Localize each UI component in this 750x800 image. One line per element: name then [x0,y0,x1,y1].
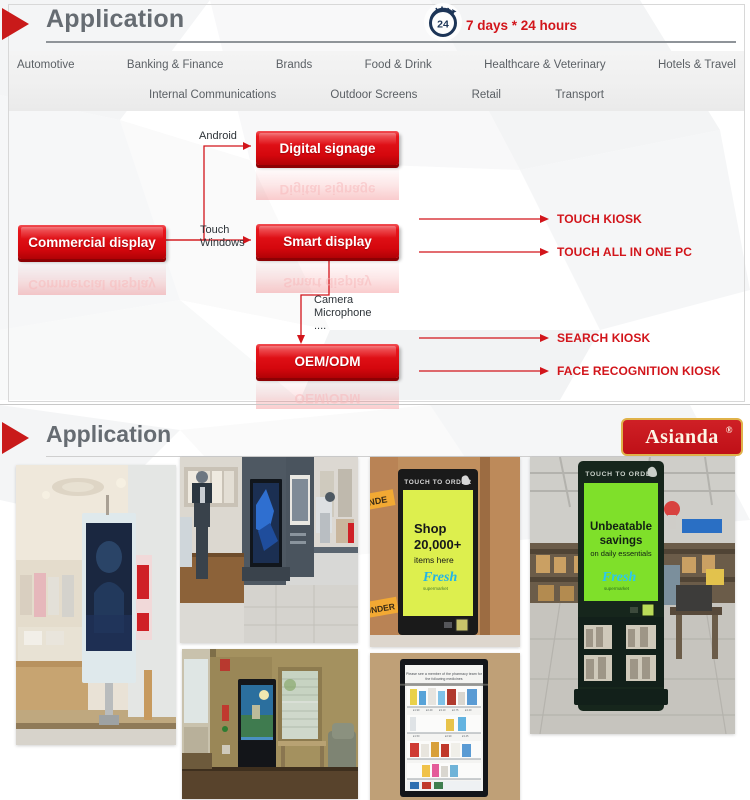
section2-title: Application [46,421,172,447]
svg-text:£2.99: £2.99 [445,734,452,738]
header-underline [46,41,736,43]
box-digital-signage[interactable]: Digital signage [256,131,399,165]
svg-text:£4.20: £4.20 [465,708,472,712]
photo-menswear-store-display[interactable] [180,457,358,643]
section-application-photos: Application Asianda ® INDE UNDER TOUCH T… [0,405,750,800]
photo-fresh-shop-20000-kiosk[interactable]: INDE UNDER TOUCH TO ORDER Shop 20,000+ i… [370,457,520,647]
flow-diagram: Android Touch Windows Camera Microphone … [9,113,744,409]
nav-item-banking-finance[interactable]: Banking & Finance [127,59,224,71]
connector-label-touch-windows: Touch Windows [200,224,245,249]
svg-text:supermarket: supermarket [604,586,630,591]
svg-text:Fresh: Fresh [422,570,457,585]
clock-24-icon: 24 [424,3,462,41]
nav-item-brands[interactable]: Brands [276,59,312,71]
svg-text:£3.45: £3.45 [462,734,469,738]
svg-text:savings: savings [600,535,643,547]
nav-item-hotels-travel[interactable]: Hotels & Travel [658,59,736,71]
svg-text:£1.50: £1.50 [413,734,420,738]
reflection-digital-signage: Digital signage [256,166,399,200]
category-nav: Automotive Banking & Finance Brands Food… [9,51,744,111]
nav-item-internal-communications[interactable]: Internal Communications [149,89,276,101]
svg-text:Please see a member of the pha: Please see a member of the pharmacy team… [406,672,483,676]
photo-pharmacy-product-board[interactable]: Please see a member of the pharmacy team… [370,653,520,800]
reflection-commercial-display: Commercial display [18,261,166,295]
application-page: Application 24 7 days * 24 hours Automot… [0,0,750,800]
box-oem-odm[interactable]: OEM/ODM [256,344,399,378]
nav-item-automotive[interactable]: Automotive [17,59,75,71]
photo-fresh-unbeatable-savings-kiosk[interactable]: TOUCH TO ORDER Unbeatable savings on dai… [530,457,735,734]
triangle-right-icon [2,422,29,454]
svg-text:£2.75: £2.75 [452,708,459,712]
svg-text:items here: items here [414,555,454,565]
connector-label-camera-microphone: Camera Microphone .... [314,294,372,332]
svg-text:Fresh: Fresh [601,570,636,585]
output-label-touch-kiosk: TOUCH KIOSK [557,212,642,226]
svg-text:Shop: Shop [414,521,447,536]
svg-text:on daily essentials: on daily essentials [590,549,652,558]
output-label-face-recognition-kiosk: FACE RECOGNITION KIOSK [557,364,721,378]
logo-brand-text: Asianda [645,425,719,448]
box-commercial-display[interactable]: Commercial display [18,225,166,259]
section1-header: Application 24 7 days * 24 hours [0,0,750,48]
nav-item-healthcare-veterinary[interactable]: Healthcare & Veterinary [484,59,605,71]
category-nav-row-1: Automotive Banking & Finance Brands Food… [9,59,744,71]
nav-item-outdoor-screens[interactable]: Outdoor Screens [330,89,417,101]
category-nav-row-2: Internal Communications Outdoor Screens … [9,89,744,101]
box-smart-display[interactable]: Smart display [256,224,399,258]
svg-text:24: 24 [437,19,449,31]
page-title: Application [46,5,185,33]
photo-retail-clothing-store-kiosk[interactable] [16,465,176,745]
section-application-diagram: Application 24 7 days * 24 hours Automot… [0,0,750,409]
svg-text:£2.49: £2.49 [426,708,433,712]
triangle-right-icon [2,8,29,40]
output-label-touch-all-in-one-pc: TOUCH ALL IN ONE PC [557,245,693,259]
svg-text:£1.99: £1.99 [413,708,420,712]
nav-item-food-drink[interactable]: Food & Drink [365,59,432,71]
asianda-logo: Asianda ® [621,418,743,456]
nav-item-transport[interactable]: Transport [555,89,604,101]
service-hours-text: 7 days * 24 hours [466,18,578,33]
photo-gallery: INDE UNDER TOUCH TO ORDER Shop 20,000+ i… [0,453,750,800]
svg-text:£3.10: £3.10 [439,708,446,712]
reflection-smart-display: Smart display [256,259,399,293]
svg-text:Unbeatable: Unbeatable [590,521,652,533]
connector-label-android: Android [199,130,237,142]
output-label-search-kiosk: SEARCH KIOSK [557,331,651,345]
logo-trademark-symbol: ® [725,425,733,435]
svg-text:TOUCH TO ORDER: TOUCH TO ORDER [585,471,656,478]
svg-text:the following medicines: the following medicines [425,677,462,681]
photo-lobby-totem-display[interactable] [182,649,358,799]
nav-item-retail[interactable]: Retail [472,89,501,101]
svg-text:20,000+: 20,000+ [414,537,462,552]
svg-text:supermarket: supermarket [423,586,449,591]
